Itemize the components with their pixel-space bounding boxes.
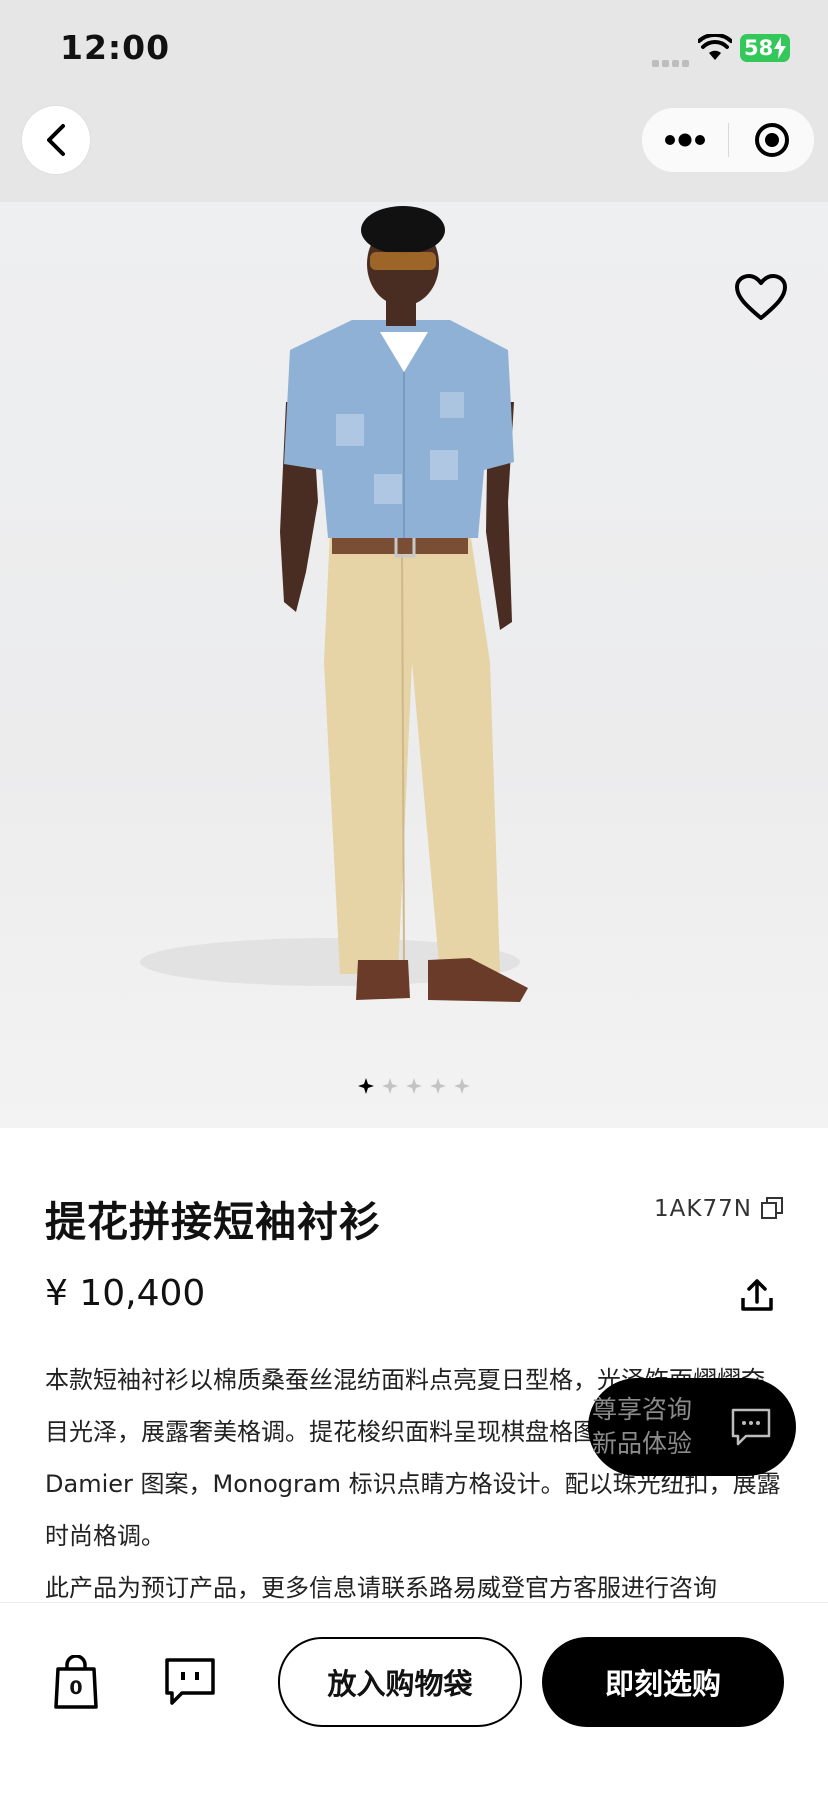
product-title: 提花拼接短袖衬衫 xyxy=(45,1198,381,1246)
wifi-icon xyxy=(698,34,732,60)
chat-icon xyxy=(731,1408,771,1446)
consult-label-line1: 尊享咨询 xyxy=(592,1395,693,1424)
consult-float-button[interactable]: 尊享咨询 新品体验 xyxy=(588,1378,796,1476)
back-button[interactable] xyxy=(22,106,90,174)
consult-label: 尊享咨询 新品体验 xyxy=(592,1393,714,1461)
status-bar: 12:00 58 xyxy=(0,0,828,100)
gallery-pagination xyxy=(0,1078,828,1094)
share-icon[interactable] xyxy=(740,1278,774,1312)
pagination-dot[interactable] xyxy=(454,1078,470,1094)
heart-icon[interactable] xyxy=(734,274,788,322)
battery-indicator: 58 xyxy=(740,34,790,62)
buy-now-button[interactable]: 即刻选购 xyxy=(542,1637,784,1727)
status-time: 12:00 xyxy=(60,28,171,67)
signal-icon xyxy=(652,52,692,67)
more-icon xyxy=(665,133,705,147)
battery-level: 58 xyxy=(744,36,774,60)
pagination-dot[interactable] xyxy=(406,1078,422,1094)
close-capsule-button[interactable] xyxy=(729,122,814,158)
pagination-dot[interactable] xyxy=(382,1078,398,1094)
product-price: ¥ 10,400 xyxy=(45,1273,206,1314)
nav-bar xyxy=(0,100,828,202)
back-icon xyxy=(47,124,65,156)
product-sku: 1AK77N xyxy=(654,1196,752,1222)
mini-program-capsule xyxy=(642,108,814,172)
charging-icon xyxy=(774,37,786,59)
bottom-action-bar: 0 放入购物袋 即刻选购 xyxy=(0,1602,828,1793)
consult-label-line2: 新品体验 xyxy=(592,1429,693,1458)
pagination-dot-active[interactable] xyxy=(358,1078,374,1094)
pagination-dot[interactable] xyxy=(430,1078,446,1094)
bag-count: 0 xyxy=(69,1677,83,1699)
more-button[interactable] xyxy=(642,133,728,147)
product-image-gallery[interactable] xyxy=(0,202,828,1128)
message-icon xyxy=(165,1658,215,1705)
product-image xyxy=(140,206,528,1002)
copy-icon[interactable] xyxy=(760,1196,784,1220)
shopping-bag-button[interactable]: 0 xyxy=(54,1654,98,1713)
message-button[interactable] xyxy=(164,1657,216,1711)
add-to-bag-button[interactable]: 放入购物袋 xyxy=(278,1637,522,1727)
close-capsule-icon xyxy=(754,123,789,157)
